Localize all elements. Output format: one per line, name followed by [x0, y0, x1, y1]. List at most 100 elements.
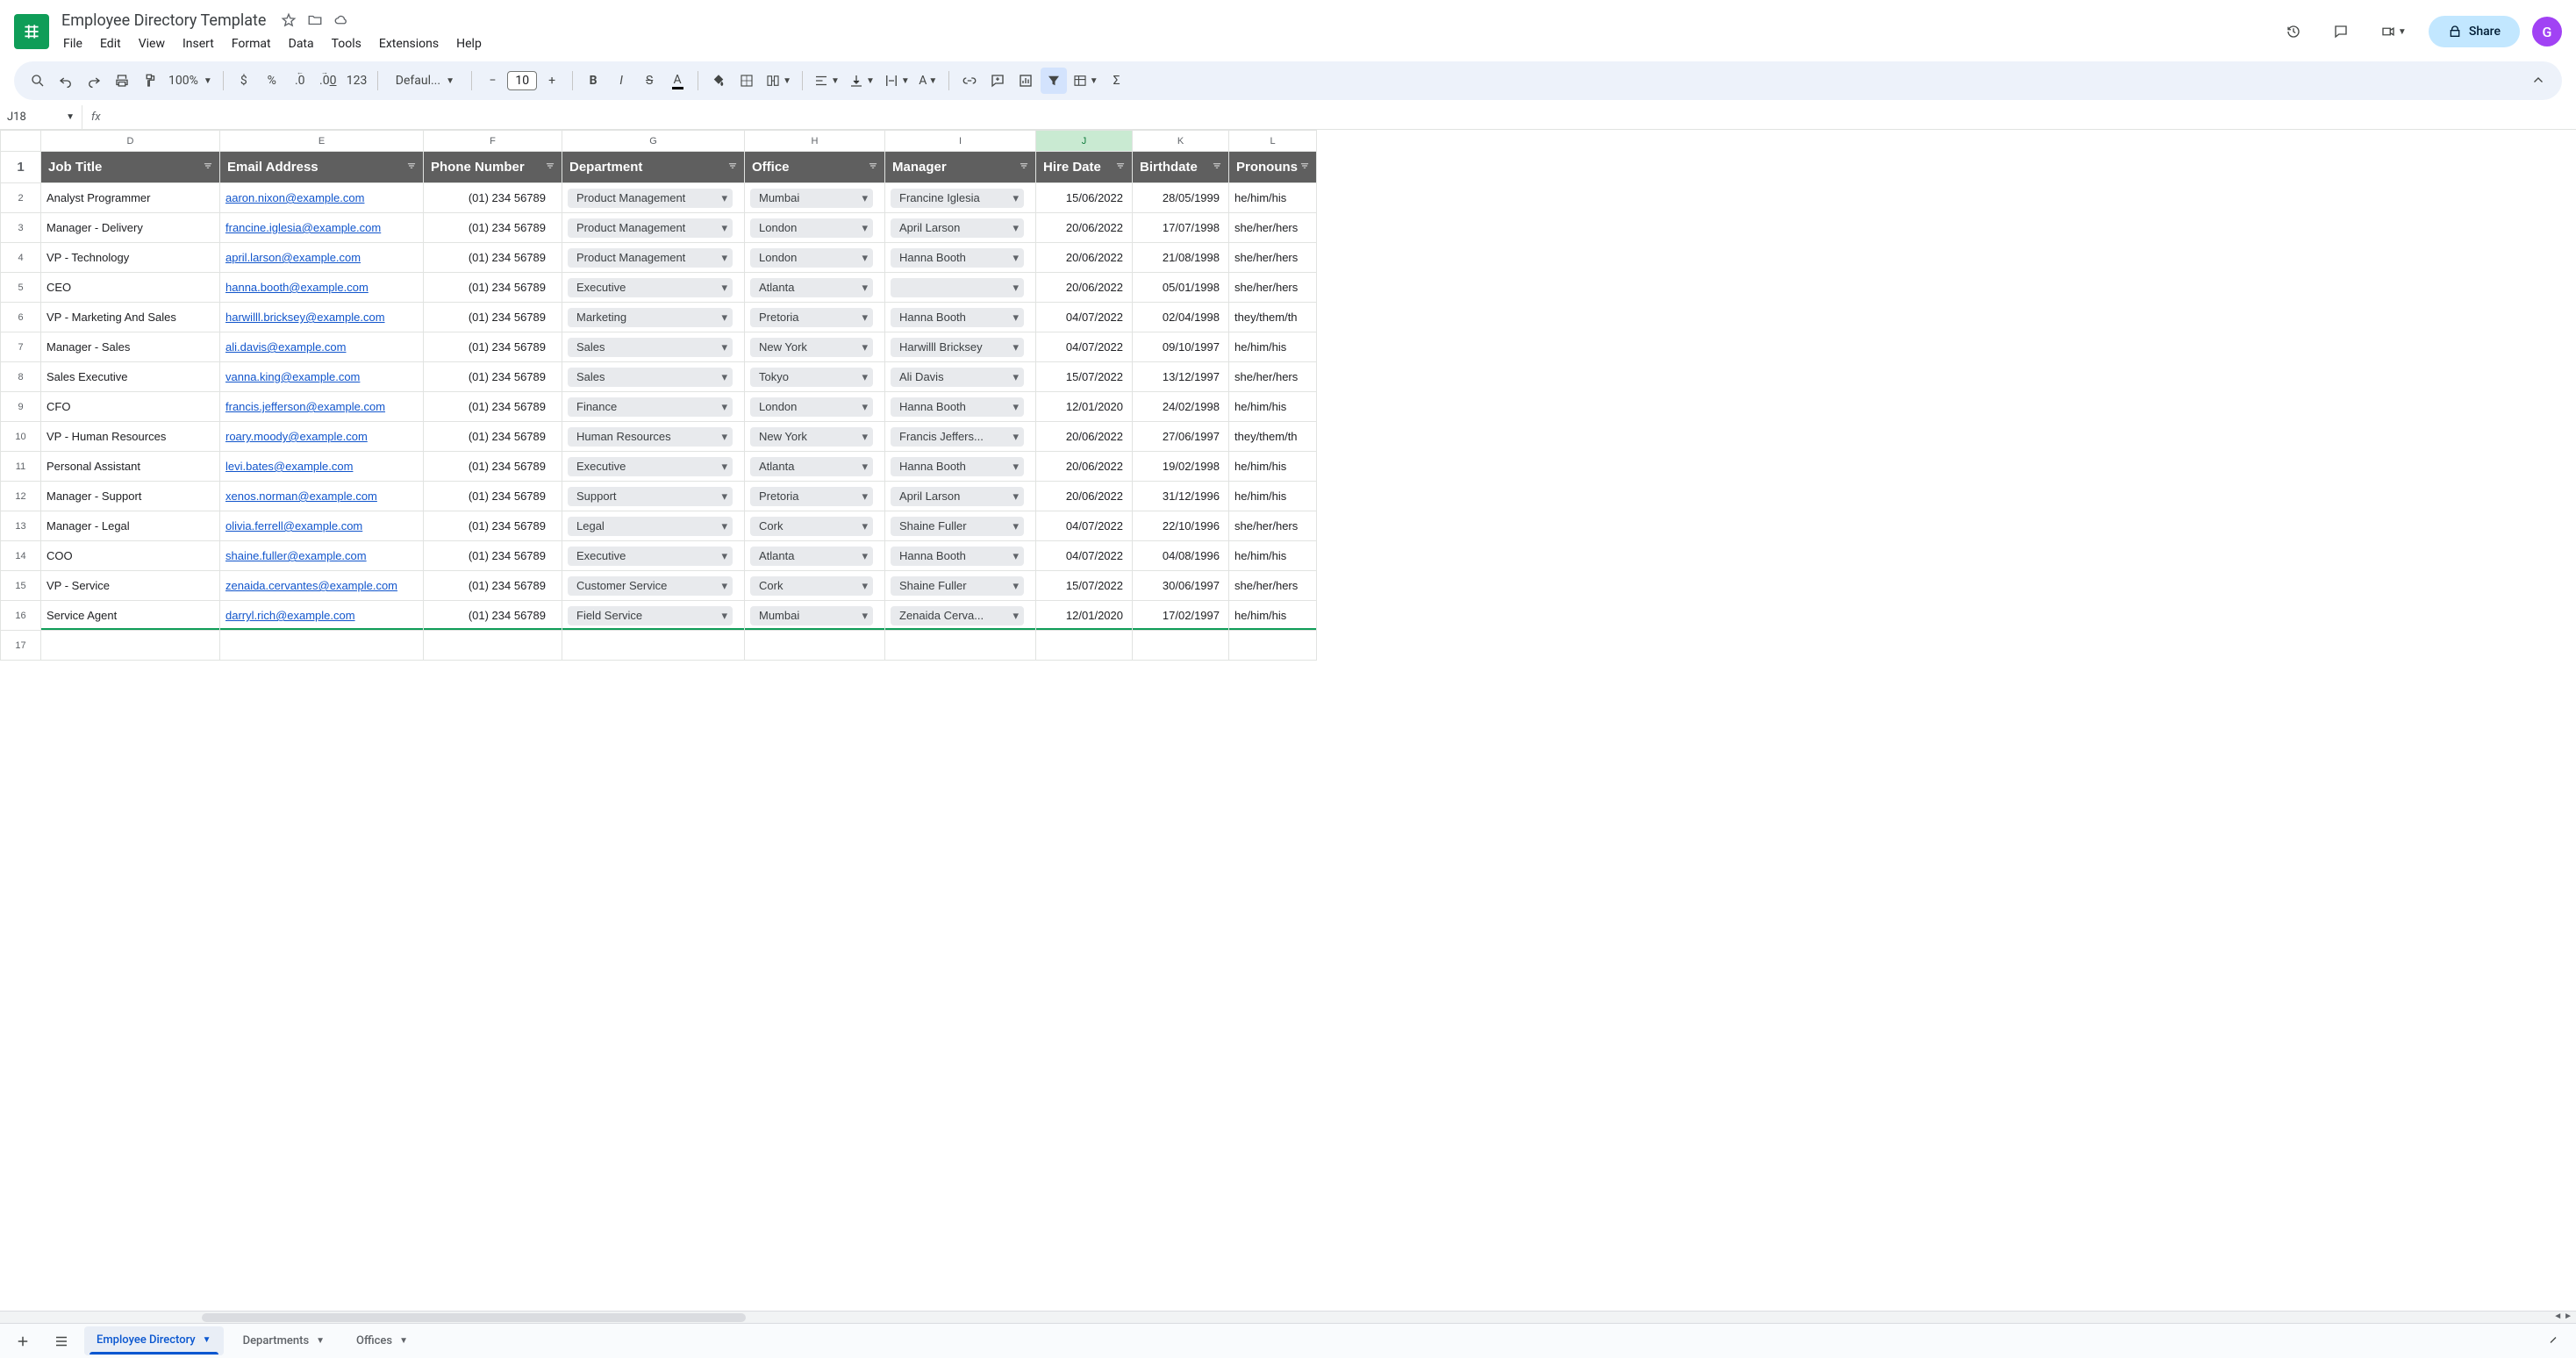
table-view-button[interactable]: ▼	[1069, 68, 1102, 94]
increase-decimal-button[interactable]: .00→	[315, 68, 341, 94]
scroll-right-icon[interactable]: ►	[2564, 1312, 2572, 1321]
cell[interactable]: francine.iglesia@example.com	[220, 213, 424, 243]
cell[interactable]: 20/06/2022	[1036, 452, 1133, 482]
dropdown-chip[interactable]: Francis Jeffers...▾	[891, 427, 1024, 447]
cell[interactable]: Sales Executive	[41, 362, 220, 392]
cell[interactable]: CFO	[41, 392, 220, 422]
cell[interactable]: London▾	[745, 213, 885, 243]
cell[interactable]	[745, 631, 885, 661]
dropdown-chip[interactable]: Atlanta▾	[750, 457, 873, 476]
email-link[interactable]: vanna.king@example.com	[225, 370, 360, 383]
cell[interactable]: Harwilll Bricksey▾	[885, 332, 1036, 362]
cell[interactable]: he/him/his	[1229, 183, 1317, 213]
dropdown-chip[interactable]: Executive▾	[568, 278, 733, 297]
menu-file[interactable]: File	[56, 33, 89, 54]
dropdown-chip[interactable]: Human Resources▾	[568, 427, 733, 447]
email-link[interactable]: aaron.nixon@example.com	[225, 191, 364, 204]
borders-button[interactable]	[733, 68, 760, 94]
cell[interactable]: Manager - Support	[41, 482, 220, 511]
cell[interactable]: aaron.nixon@example.com	[220, 183, 424, 213]
search-icon[interactable]	[25, 68, 51, 94]
redo-icon[interactable]	[81, 68, 107, 94]
table-header-cell[interactable]: Phone Number	[424, 152, 562, 183]
column-header-H[interactable]: H	[745, 131, 885, 152]
cell[interactable]: Pretoria▾	[745, 303, 885, 332]
dropdown-chip[interactable]: Zenaida Cerva...▾	[891, 606, 1024, 625]
filter-button[interactable]	[1041, 68, 1067, 94]
dropdown-chip[interactable]: Cork▾	[750, 576, 873, 596]
cell[interactable]: 15/06/2022	[1036, 183, 1133, 213]
dropdown-chip[interactable]: Mumbai▾	[750, 606, 873, 625]
cell[interactable]: 04/07/2022	[1036, 511, 1133, 541]
cell[interactable]: (01) 234 56789	[424, 183, 562, 213]
dropdown-chip[interactable]: Executive▾	[568, 457, 733, 476]
row-header[interactable]: 8	[1, 362, 41, 392]
zoom-select[interactable]: 100%▼	[165, 68, 216, 94]
cell[interactable]: 19/02/1998	[1133, 452, 1229, 482]
filter-dropdown-icon[interactable]	[1299, 160, 1311, 175]
cell[interactable]: Hanna Booth▾	[885, 452, 1036, 482]
menu-extensions[interactable]: Extensions	[372, 33, 446, 54]
menu-tools[interactable]: Tools	[325, 33, 369, 54]
cell[interactable]: Shaine Fuller▾	[885, 511, 1036, 541]
dropdown-chip[interactable]: Pretoria▾	[750, 487, 873, 506]
cell[interactable]: shaine.fuller@example.com	[220, 541, 424, 571]
cell[interactable]: VP - Technology	[41, 243, 220, 273]
cell[interactable]: Product Management▾	[562, 183, 745, 213]
text-wrap-button[interactable]: ▼	[880, 68, 913, 94]
dropdown-chip[interactable]: Sales▾	[568, 368, 733, 387]
functions-button[interactable]: Σ	[1104, 68, 1130, 94]
document-title[interactable]: Employee Directory Template	[56, 10, 271, 32]
cell[interactable]: 20/06/2022	[1036, 482, 1133, 511]
cell[interactable]: Product Management▾	[562, 243, 745, 273]
dropdown-chip[interactable]: London▾	[750, 397, 873, 417]
cell[interactable]: she/her/hers	[1229, 362, 1317, 392]
cell[interactable]: zenaida.cervantes@example.com	[220, 571, 424, 601]
cell[interactable]: Mumbai▾	[745, 601, 885, 631]
insert-comment-button[interactable]	[984, 68, 1011, 94]
table-header-cell[interactable]: Birthdate	[1133, 152, 1229, 183]
cell[interactable]: he/him/his	[1229, 392, 1317, 422]
row-header[interactable]: 2	[1, 183, 41, 213]
cell[interactable]: he/him/his	[1229, 332, 1317, 362]
row-header[interactable]: 13	[1, 511, 41, 541]
dropdown-chip[interactable]: Hanna Booth▾	[891, 248, 1024, 268]
cell[interactable]: (01) 234 56789	[424, 571, 562, 601]
cell[interactable]: (01) 234 56789	[424, 541, 562, 571]
dropdown-chip[interactable]: Pretoria▾	[750, 308, 873, 327]
cell[interactable]: Ali Davis▾	[885, 362, 1036, 392]
cell[interactable]: 24/02/1998	[1133, 392, 1229, 422]
cell[interactable]: 21/08/1998	[1133, 243, 1229, 273]
dropdown-chip[interactable]: Customer Service▾	[568, 576, 733, 596]
meet-icon[interactable]: ▼	[2371, 14, 2416, 49]
row-header[interactable]: 16	[1, 601, 41, 631]
cell[interactable]: Atlanta▾	[745, 273, 885, 303]
insert-link-button[interactable]	[956, 68, 983, 94]
table-header-cell[interactable]: Pronouns	[1229, 152, 1317, 183]
dropdown-chip[interactable]: Atlanta▾	[750, 278, 873, 297]
row-header[interactable]: 5	[1, 273, 41, 303]
column-header-L[interactable]: L	[1229, 131, 1317, 152]
cell[interactable]	[1133, 631, 1229, 661]
dropdown-chip[interactable]: Field Service▾	[568, 606, 733, 625]
row-header[interactable]: 10	[1, 422, 41, 452]
cell[interactable]: 15/07/2022	[1036, 362, 1133, 392]
cell[interactable]: Manager - Legal	[41, 511, 220, 541]
all-sheets-button[interactable]	[46, 1326, 77, 1357]
cloud-status-icon[interactable]	[333, 11, 350, 29]
cell[interactable]: hanna.booth@example.com	[220, 273, 424, 303]
cell[interactable]: he/him/his	[1229, 482, 1317, 511]
cell[interactable]: 05/01/1998	[1133, 273, 1229, 303]
email-link[interactable]: roary.moody@example.com	[225, 430, 368, 443]
cell[interactable]: (01) 234 56789	[424, 601, 562, 631]
cell[interactable]: Hanna Booth▾	[885, 243, 1036, 273]
email-link[interactable]: francine.iglesia@example.com	[225, 221, 381, 234]
cell[interactable]: Marketing▾	[562, 303, 745, 332]
filter-dropdown-icon[interactable]	[1018, 160, 1030, 175]
cell[interactable]: Manager - Sales	[41, 332, 220, 362]
dropdown-chip[interactable]: London▾	[750, 248, 873, 268]
table-header-cell[interactable]: Department	[562, 152, 745, 183]
cell[interactable]: (01) 234 56789	[424, 482, 562, 511]
cell[interactable]: Hanna Booth▾	[885, 541, 1036, 571]
table-header-cell[interactable]: Manager	[885, 152, 1036, 183]
